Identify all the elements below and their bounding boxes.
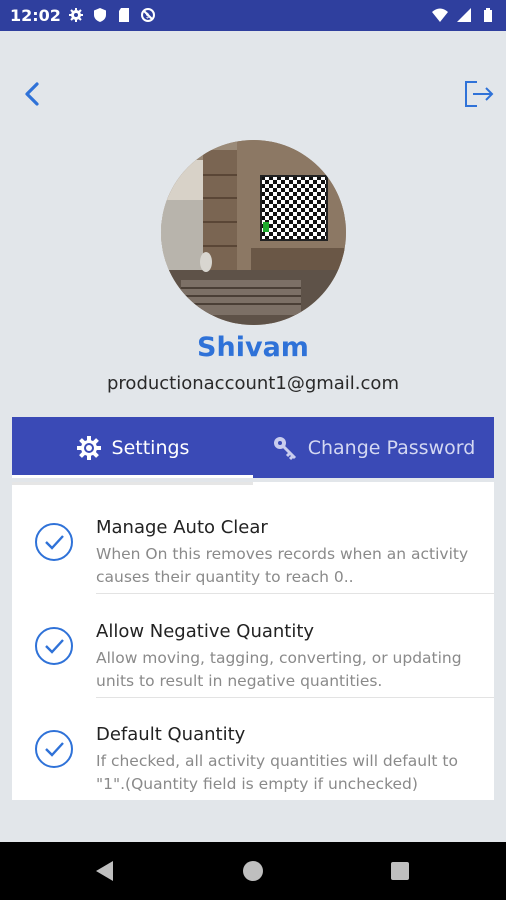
checkbox-checked-icon[interactable] — [34, 626, 74, 666]
settings-panel: Manage Auto Clear When On this removes r… — [12, 482, 494, 800]
home-circle-icon[interactable] — [241, 859, 265, 883]
profile-avatar[interactable] — [161, 140, 346, 325]
back-triangle-icon[interactable] — [93, 859, 117, 883]
profile-tabbar: Settings Change Password — [12, 417, 494, 478]
tab-change-password[interactable]: Change Password — [253, 417, 494, 478]
setting-row-default-quantity[interactable]: Default Quantity If checked, all activit… — [12, 697, 494, 800]
svg-text:$: $ — [146, 12, 150, 20]
user-name: Shivam — [197, 332, 309, 363]
setting-row-auto-clear[interactable]: Manage Auto Clear When On this removes r… — [12, 490, 494, 593]
gear-icon — [76, 435, 101, 460]
status-time: 12:02 — [10, 6, 61, 25]
setting-title: Default Quantity — [96, 724, 246, 745]
tab-settings-label: Settings — [111, 436, 190, 459]
settings-gear-icon — [69, 8, 83, 22]
tab-settings[interactable]: Settings — [12, 417, 253, 478]
setting-description: If checked, all activity quantities will… — [96, 752, 458, 793]
no-disturb-icon: $ — [141, 8, 155, 22]
checkbox-checked-icon[interactable] — [34, 729, 74, 769]
key-icon — [273, 436, 296, 460]
user-email: productionaccount1@gmail.com — [107, 373, 399, 394]
status-bar: 12:02 $ — [0, 0, 506, 31]
logout-button[interactable] — [460, 76, 496, 112]
status-icons-right — [432, 7, 496, 23]
status-icons-left: $ — [68, 7, 156, 23]
tab-indicator-track — [12, 482, 253, 485]
setting-row-negative-quantity[interactable]: Allow Negative Quantity Allow moving, ta… — [12, 594, 494, 697]
battery-icon — [484, 8, 492, 22]
setting-description: When On this removes records when an act… — [96, 545, 469, 586]
setting-description: Allow moving, tagging, converting, or up… — [96, 649, 462, 690]
setting-title: Allow Negative Quantity — [96, 621, 315, 642]
system-nav-bar — [0, 842, 506, 900]
setting-title: Manage Auto Clear — [96, 517, 268, 538]
back-button[interactable] — [18, 78, 48, 110]
shield-icon — [94, 8, 106, 22]
sd-card-icon — [119, 8, 129, 22]
checkbox-checked-icon[interactable] — [34, 522, 74, 562]
tab-change-password-label: Change Password — [307, 436, 476, 459]
recents-square-icon[interactable] — [388, 859, 412, 883]
wifi-icon — [432, 8, 448, 22]
avatar-room-image — [161, 140, 346, 325]
signal-icon — [457, 8, 471, 22]
